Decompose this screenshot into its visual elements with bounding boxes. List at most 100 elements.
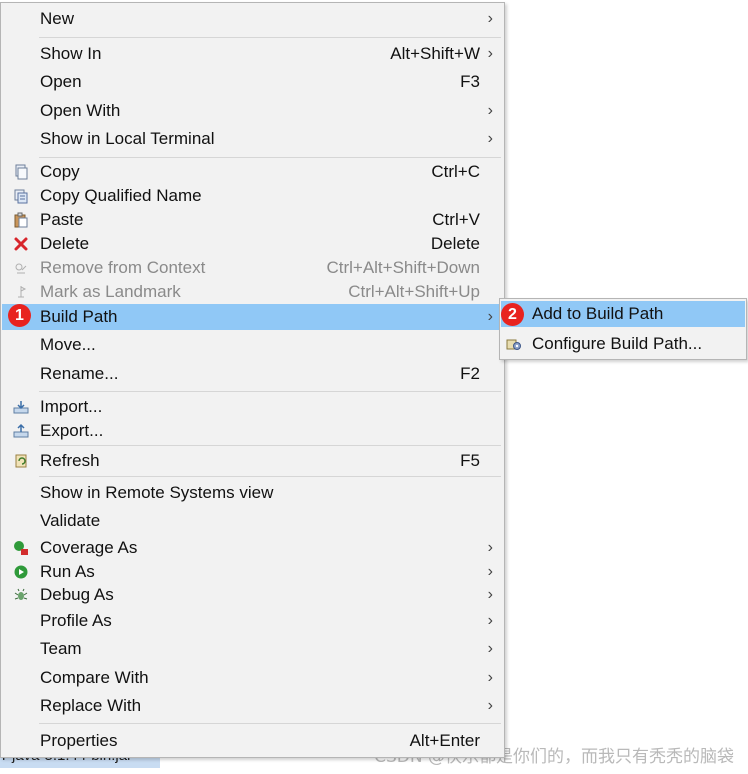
menu-separator [39, 37, 501, 38]
menu-item-shortcut: Ctrl+C [431, 162, 480, 181]
chevron-right-icon: › [487, 669, 493, 686]
menu-item-label: New [40, 9, 75, 28]
step-badge-1: 1 [8, 304, 31, 327]
menu-item-label: Move... [40, 335, 96, 354]
copy-qualified-name-icon [13, 188, 29, 204]
build-path-submenu: Add to Build Path Configure Build Path..… [499, 298, 747, 360]
chevron-right-icon: › [487, 697, 493, 714]
debug-icon [13, 587, 29, 603]
menu-item-shortcut: Delete [430, 234, 480, 253]
menu-item-move[interactable]: Move... [2, 333, 503, 357]
menu-item-shortcut: Ctrl+Alt+Shift+Up [348, 282, 480, 301]
landmark-icon [13, 284, 29, 300]
menu-item-shortcut: F5 [460, 451, 480, 470]
delete-icon [13, 236, 29, 252]
submenu-item-label: Configure Build Path... [532, 334, 703, 353]
menu-item-properties[interactable]: Properties Alt+Enter [2, 729, 503, 753]
submenu-item-configure-build-path[interactable]: Configure Build Path... [501, 331, 745, 357]
menu-item-shortcut: Ctrl+V [432, 210, 480, 229]
menu-separator [39, 391, 501, 392]
menu-item-mark-as-landmark[interactable]: Mark as Landmark Ctrl+Alt+Shift+Up [2, 280, 503, 304]
menu-item-label: Coverage As [40, 538, 138, 557]
coverage-icon [13, 540, 29, 556]
menu-item-team[interactable]: Team › [2, 637, 503, 661]
menu-item-replace-with[interactable]: Replace With › [2, 694, 503, 718]
menu-item-refresh[interactable]: Refresh F5 [2, 449, 503, 473]
paste-icon [13, 212, 29, 228]
chevron-right-icon: › [487, 563, 493, 580]
export-icon [13, 423, 29, 439]
menu-item-build-path[interactable]: Build Path › [2, 304, 503, 330]
menu-item-shortcut: F2 [460, 364, 480, 383]
chevron-right-icon: › [487, 539, 493, 556]
context-menu: New › Show In Alt+Shift+W › Open F3 Open… [0, 2, 505, 758]
menu-item-open-with[interactable]: Open With › [2, 99, 503, 123]
menu-item-import[interactable]: Import... [2, 395, 503, 419]
menu-item-run-as[interactable]: Run As › [2, 560, 503, 584]
menu-item-show-in-remote-systems-view[interactable]: Show in Remote Systems view [2, 481, 503, 505]
menu-item-label: Open With [40, 101, 121, 120]
menu-item-profile-as[interactable]: Profile As › [2, 609, 503, 633]
menu-separator [39, 723, 501, 724]
copy-icon [13, 164, 29, 180]
chevron-right-icon: › [487, 102, 493, 119]
menu-item-shortcut: Alt+Shift+W [390, 44, 480, 63]
menu-item-shortcut: Alt+Enter [409, 731, 480, 750]
submenu-item-label: Add to Build Path [532, 304, 664, 323]
menu-item-label: Rename... [40, 364, 119, 383]
menu-item-label: Build Path [40, 307, 118, 326]
remove-context-icon [13, 260, 29, 276]
menu-item-new[interactable]: New › [2, 7, 503, 31]
menu-item-label: Mark as Landmark [40, 282, 181, 301]
chevron-right-icon: › [487, 308, 493, 325]
menu-item-label: Show in Local Terminal [40, 129, 215, 148]
menu-item-compare-with[interactable]: Compare With › [2, 666, 503, 690]
menu-item-label: Export... [40, 421, 104, 440]
menu-separator [39, 445, 501, 446]
menu-item-open[interactable]: Open F3 [2, 70, 503, 94]
menu-item-debug-as[interactable]: Debug As › [2, 583, 503, 607]
menu-item-remove-from-context[interactable]: Remove from Context Ctrl+Alt+Shift+Down [2, 256, 503, 280]
menu-item-label: Open [40, 72, 82, 91]
import-icon [13, 399, 29, 415]
configure-build-path-icon [506, 336, 522, 352]
menu-item-paste[interactable]: Paste Ctrl+V [2, 208, 503, 232]
menu-item-export[interactable]: Export... [2, 419, 503, 443]
menu-item-label: Run As [40, 562, 95, 581]
menu-item-shortcut: Ctrl+Alt+Shift+Down [326, 258, 480, 277]
menu-item-rename[interactable]: Rename... F2 [2, 362, 503, 386]
chevron-right-icon: › [487, 130, 493, 147]
menu-item-copy[interactable]: Copy Ctrl+C [2, 160, 503, 184]
refresh-icon [13, 453, 29, 469]
menu-item-validate[interactable]: Validate [2, 509, 503, 533]
menu-item-label: Show in Remote Systems view [40, 483, 274, 502]
menu-item-copy-qualified-name[interactable]: Copy Qualified Name [2, 184, 503, 208]
menu-item-label: Remove from Context [40, 258, 206, 277]
menu-item-label: Replace With [40, 696, 142, 715]
menu-item-label: Compare With [40, 668, 149, 687]
menu-item-label: Copy Qualified Name [40, 186, 202, 205]
chevron-right-icon: › [487, 640, 493, 657]
menu-item-label: Copy [40, 162, 80, 181]
menu-item-label: Paste [40, 210, 84, 229]
run-icon [13, 564, 29, 580]
menu-item-delete[interactable]: Delete Delete [2, 232, 503, 256]
menu-item-label: Refresh [40, 451, 100, 470]
menu-item-label: Properties [40, 731, 118, 750]
menu-item-label: Delete [40, 234, 90, 253]
submenu-item-add-to-build-path[interactable]: Add to Build Path [501, 301, 745, 327]
menu-item-label: Import... [40, 397, 103, 416]
menu-item-show-in-local-terminal[interactable]: Show in Local Terminal › [2, 127, 503, 151]
chevron-right-icon: › [487, 45, 493, 62]
menu-item-label: Debug As [40, 585, 114, 604]
menu-item-shortcut: F3 [460, 72, 480, 91]
chevron-right-icon: › [487, 612, 493, 629]
menu-item-coverage-as[interactable]: Coverage As › [2, 536, 503, 560]
step-badge-2: 2 [501, 303, 524, 326]
menu-item-label: Team [40, 639, 82, 658]
menu-item-label: Show In [40, 44, 102, 63]
menu-item-label: Validate [40, 511, 101, 530]
menu-item-label: Profile As [40, 611, 112, 630]
menu-item-show-in[interactable]: Show In Alt+Shift+W › [2, 42, 503, 66]
menu-separator [39, 157, 501, 158]
